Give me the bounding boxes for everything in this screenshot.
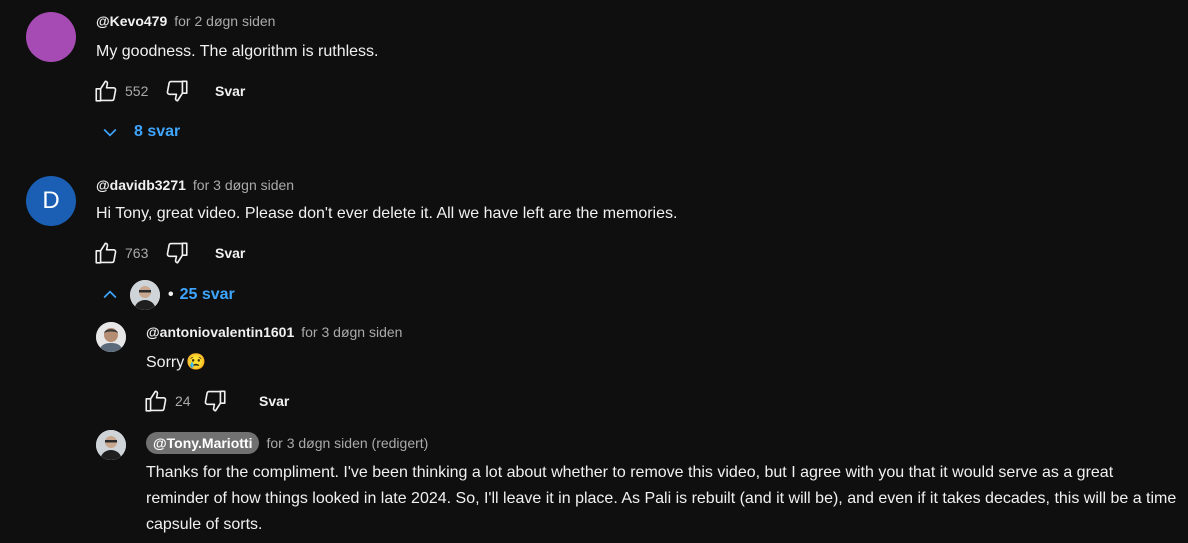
chevron-up-icon: [103, 290, 117, 299]
reply-author[interactable]: @antoniovalentin1601: [146, 324, 294, 340]
thumbs-down-icon: [166, 80, 188, 102]
thumbs-up-icon: [95, 242, 117, 264]
comment-header: @davidb3271 for 3 døgn siden: [96, 177, 294, 193]
comment-author[interactable]: @Kevo479: [96, 13, 167, 29]
creator-author-chip[interactable]: @Tony.Mariotti: [146, 432, 260, 454]
comment-author[interactable]: @davidb3271: [96, 177, 186, 193]
avatar-letter: D: [42, 187, 60, 214]
thumbs-down-icon: [204, 390, 226, 412]
creator-avatar: [130, 280, 160, 310]
comment-actions: 763 Svar: [92, 239, 245, 267]
reply-header: @Tony.Mariotti for 3 døgn siden (rediger…: [146, 432, 428, 454]
reply-button[interactable]: Svar: [215, 245, 245, 261]
replies-count: 25 svar: [179, 286, 235, 303]
reply-time[interactable]: for 3 døgn siden: [301, 324, 402, 340]
thumbs-down-icon: [166, 242, 188, 264]
comment-header: @Kevo479 for 2 døgn siden: [96, 13, 275, 29]
thumbs-up-icon: [145, 390, 167, 412]
reply-actions: 24 Svar: [142, 387, 289, 415]
view-replies-button[interactable]: 8 svar: [100, 122, 180, 142]
hide-replies-button[interactable]: • 25 svar: [100, 280, 235, 310]
comment-text: Hi Tony, great video. Please don't ever …: [96, 205, 678, 222]
reply-button[interactable]: Svar: [215, 83, 245, 99]
reply-text: Thanks for the compliment. I've been thi…: [146, 464, 1177, 533]
crying-emoji: 😢: [186, 354, 207, 371]
comment-time[interactable]: for 3 døgn siden: [193, 177, 294, 193]
reply-text-content: Sorry: [146, 354, 185, 371]
like-button[interactable]: [92, 77, 120, 105]
comment-text: My goodness. The algorithm is ruthless.: [96, 43, 379, 60]
like-count: 763: [125, 245, 149, 261]
reply-header: @antoniovalentin1601 for 3 døgn siden: [146, 324, 402, 340]
like-count: 552: [125, 83, 149, 99]
avatar[interactable]: [26, 12, 76, 62]
reply-time[interactable]: for 3 døgn siden (redigert): [266, 435, 428, 451]
dislike-button[interactable]: [201, 387, 229, 415]
reply-avatar[interactable]: [96, 322, 126, 352]
thumbs-up-icon: [95, 80, 117, 102]
like-count: 24: [175, 393, 191, 409]
like-button[interactable]: [92, 239, 120, 267]
comment-time[interactable]: for 2 døgn siden: [174, 13, 275, 29]
like-button[interactable]: [142, 387, 170, 415]
dislike-button[interactable]: [163, 239, 191, 267]
separator-dot: •: [168, 286, 174, 303]
replies-count: 8 svar: [134, 123, 181, 140]
dislike-button[interactable]: [163, 77, 191, 105]
reply-button[interactable]: Svar: [259, 393, 289, 409]
comment-actions: 552 Svar: [92, 77, 245, 105]
reply-text: Sorry 😢: [146, 350, 206, 376]
avatar[interactable]: D: [26, 176, 76, 226]
chevron-down-icon: [103, 128, 117, 137]
reply-avatar[interactable]: [96, 430, 126, 460]
